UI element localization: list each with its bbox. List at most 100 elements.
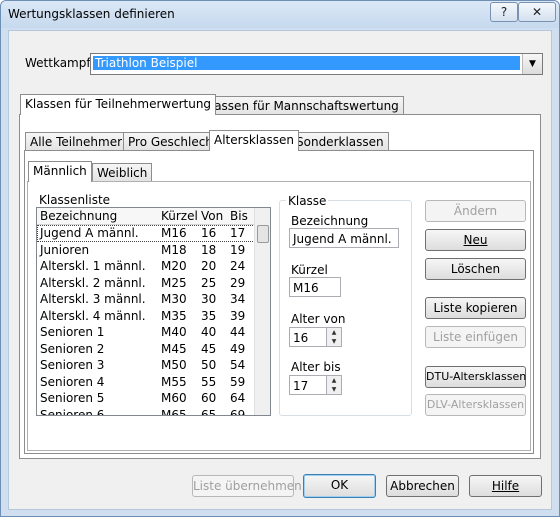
title-bar: Wertungsklassen definieren ? ✕: [1, 1, 559, 28]
ok-button[interactable]: OK: [303, 474, 376, 498]
cell-kuerzel: M60: [161, 391, 187, 405]
cell-bis: 19: [230, 242, 246, 257]
table-row[interactable]: Jugend A männl. M16 16 17: [37, 225, 255, 242]
abbrechen-button-label: Abbrechen: [390, 479, 455, 493]
dtu-altersklassen-button[interactable]: DTU-Altersklassen: [425, 366, 526, 388]
dlv-altersklassen-button[interactable]: DLV-Altersklassen: [425, 394, 526, 416]
tab-sonderklassen[interactable]: Sonderklassen: [291, 132, 389, 151]
cell-kuerzel: M45: [161, 341, 187, 356]
table-row[interactable]: Alterskl. 1 männl. M20 20 24: [37, 258, 255, 275]
table-row[interactable]: Senioren 4 M55 55 59: [37, 374, 255, 391]
abbrechen-button[interactable]: Abbrechen: [386, 475, 459, 497]
list-scrollbar[interactable]: [254, 208, 270, 415]
cell-kuerzel: M55: [161, 374, 187, 389]
cell-bezeichnung: Jugend A männl.: [40, 226, 139, 240]
cell-kuerzel: M20: [161, 259, 187, 273]
cell-bis: 54: [230, 358, 246, 372]
cell-bezeichnung: Alterskl. 1 männl.: [40, 259, 146, 273]
column-header-von[interactable]: Von: [201, 209, 223, 223]
tab-altersklassen[interactable]: Altersklassen: [209, 130, 299, 151]
aendern-button[interactable]: Ändern: [425, 200, 526, 222]
tab-mannschaftswertung[interactable]: Klassen für Mannschaftswertung: [198, 96, 404, 115]
table-row[interactable]: Alterskl. 4 männl. M35 35 39: [37, 308, 255, 325]
cell-kuerzel: M40: [161, 325, 187, 339]
alter-von-stepper[interactable]: ▲ ▼: [326, 327, 342, 347]
tab-alle-teilnehmer[interactable]: Alle Teilnehmer: [25, 132, 128, 151]
table-row[interactable]: Alterskl. 2 männl. M25 25 29: [37, 275, 255, 292]
liste-einfuegen-button[interactable]: Liste einfügen: [425, 326, 526, 348]
cell-kuerzel: M16: [161, 226, 187, 240]
cell-von: 20: [201, 259, 217, 273]
tab-weiblich[interactable]: Weiblich: [92, 163, 153, 182]
tab-maennlich[interactable]: Männlich: [28, 161, 92, 182]
help-icon: ?: [500, 5, 508, 19]
cell-kuerzel: M18: [161, 242, 187, 257]
cell-bis: 17: [230, 226, 246, 240]
liste-uebernehmen-button[interactable]: Liste übernehmen: [192, 475, 302, 497]
cell-bis: 49: [230, 341, 246, 356]
cell-bezeichnung: Senioren 1: [40, 325, 105, 339]
dialog-window: Wertungsklassen definieren ? ✕ Wettkampf…: [0, 0, 560, 517]
table-row[interactable]: Alterskl. 3 männl. M30 30 34: [37, 291, 255, 308]
hilfe-button-label: Hilfe: [491, 479, 520, 493]
spin-down-icon[interactable]: ▼: [327, 385, 341, 394]
aendern-button-label: Ändern: [453, 204, 498, 218]
close-button[interactable]: ✕: [518, 2, 556, 22]
teilnehmerwertung-panel: Alle Teilnehmer Pro Geschlecht Alterskla…: [19, 114, 541, 459]
table-row[interactable]: Senioren 2 M45 45 49: [37, 341, 255, 358]
scrollbar-thumb[interactable]: [257, 225, 269, 243]
loeschen-button[interactable]: Löschen: [425, 258, 526, 280]
alter-von-input[interactable]: 16: [289, 327, 327, 347]
bezeichnung-label: Bezeichnung: [291, 214, 369, 228]
alter-bis-stepper[interactable]: ▲ ▼: [326, 375, 342, 395]
table-header: Bezeichnung Kürzel Von Bis: [37, 208, 255, 225]
cell-kuerzel: M35: [161, 308, 187, 323]
table-row[interactable]: Senioren 6 M65 65 69: [37, 407, 255, 416]
column-header-bis[interactable]: Bis: [230, 209, 248, 223]
cell-bezeichnung: Senioren 3: [40, 358, 105, 372]
cell-von: 30: [201, 292, 217, 306]
cell-von: 55: [201, 374, 217, 389]
column-header-kuerzel[interactable]: Kürzel: [161, 209, 198, 223]
table-row[interactable]: Junioren M18 18 19: [37, 242, 255, 259]
help-title-button[interactable]: ?: [490, 2, 518, 22]
cell-kuerzel: M30: [161, 292, 187, 306]
spin-up-icon[interactable]: ▲: [327, 328, 341, 337]
loeschen-button-label: Löschen: [450, 262, 501, 276]
liste-kopieren-button-label: Liste kopieren: [433, 301, 518, 315]
wettkampf-select[interactable]: Triathlon Beispiel ▼: [90, 53, 543, 75]
cell-bezeichnung: Senioren 2: [40, 341, 105, 356]
spin-down-icon[interactable]: ▼: [327, 337, 341, 346]
cell-bis: 34: [230, 292, 246, 306]
cell-bezeichnung: Senioren 5: [40, 391, 105, 405]
kuerzel-input[interactable]: M16: [289, 277, 341, 297]
liste-kopieren-button[interactable]: Liste kopieren: [425, 297, 526, 319]
table-row[interactable]: Senioren 3 M50 50 54: [37, 357, 255, 374]
cell-bis: 29: [230, 275, 246, 290]
cell-von: 35: [201, 308, 217, 323]
wettkampf-label: Wettkampf: [25, 56, 91, 70]
table-row[interactable]: Senioren 1 M40 40 44: [37, 324, 255, 341]
neu-button[interactable]: Neu: [425, 229, 526, 251]
bezeichnung-input[interactable]: Jugend A männl.: [289, 228, 399, 248]
column-header-bezeichnung[interactable]: Bezeichnung: [40, 209, 117, 223]
spin-up-icon[interactable]: ▲: [327, 376, 341, 385]
alter-von-label: Alter von: [291, 312, 346, 326]
tab-teilnehmerwertung[interactable]: Klassen für Teilnehmerwertung: [20, 94, 217, 115]
chevron-down-icon[interactable]: ▼: [522, 54, 542, 74]
klassenliste-table[interactable]: Bezeichnung Kürzel Von Bis Jugend A männ…: [36, 207, 271, 416]
window-title: Wertungsklassen definieren: [8, 7, 175, 21]
cell-von: 18: [201, 242, 217, 257]
hilfe-button[interactable]: Hilfe: [469, 475, 542, 497]
liste-uebernehmen-label: Liste übernehmen: [193, 479, 302, 493]
tab-pro-geschlecht[interactable]: Pro Geschlecht: [123, 132, 223, 151]
klasse-group-label: Klasse: [286, 194, 329, 208]
cell-bis: 44: [230, 325, 246, 339]
cell-bezeichnung: Junioren: [40, 242, 90, 257]
ok-button-label: OK: [330, 478, 349, 492]
table-row[interactable]: Senioren 5 M60 60 64: [37, 390, 255, 407]
alter-bis-input[interactable]: 17: [289, 375, 327, 395]
cell-von: 16: [201, 226, 217, 240]
cell-von: 45: [201, 341, 217, 356]
cell-bezeichnung: Alterskl. 4 männl.: [40, 308, 146, 323]
